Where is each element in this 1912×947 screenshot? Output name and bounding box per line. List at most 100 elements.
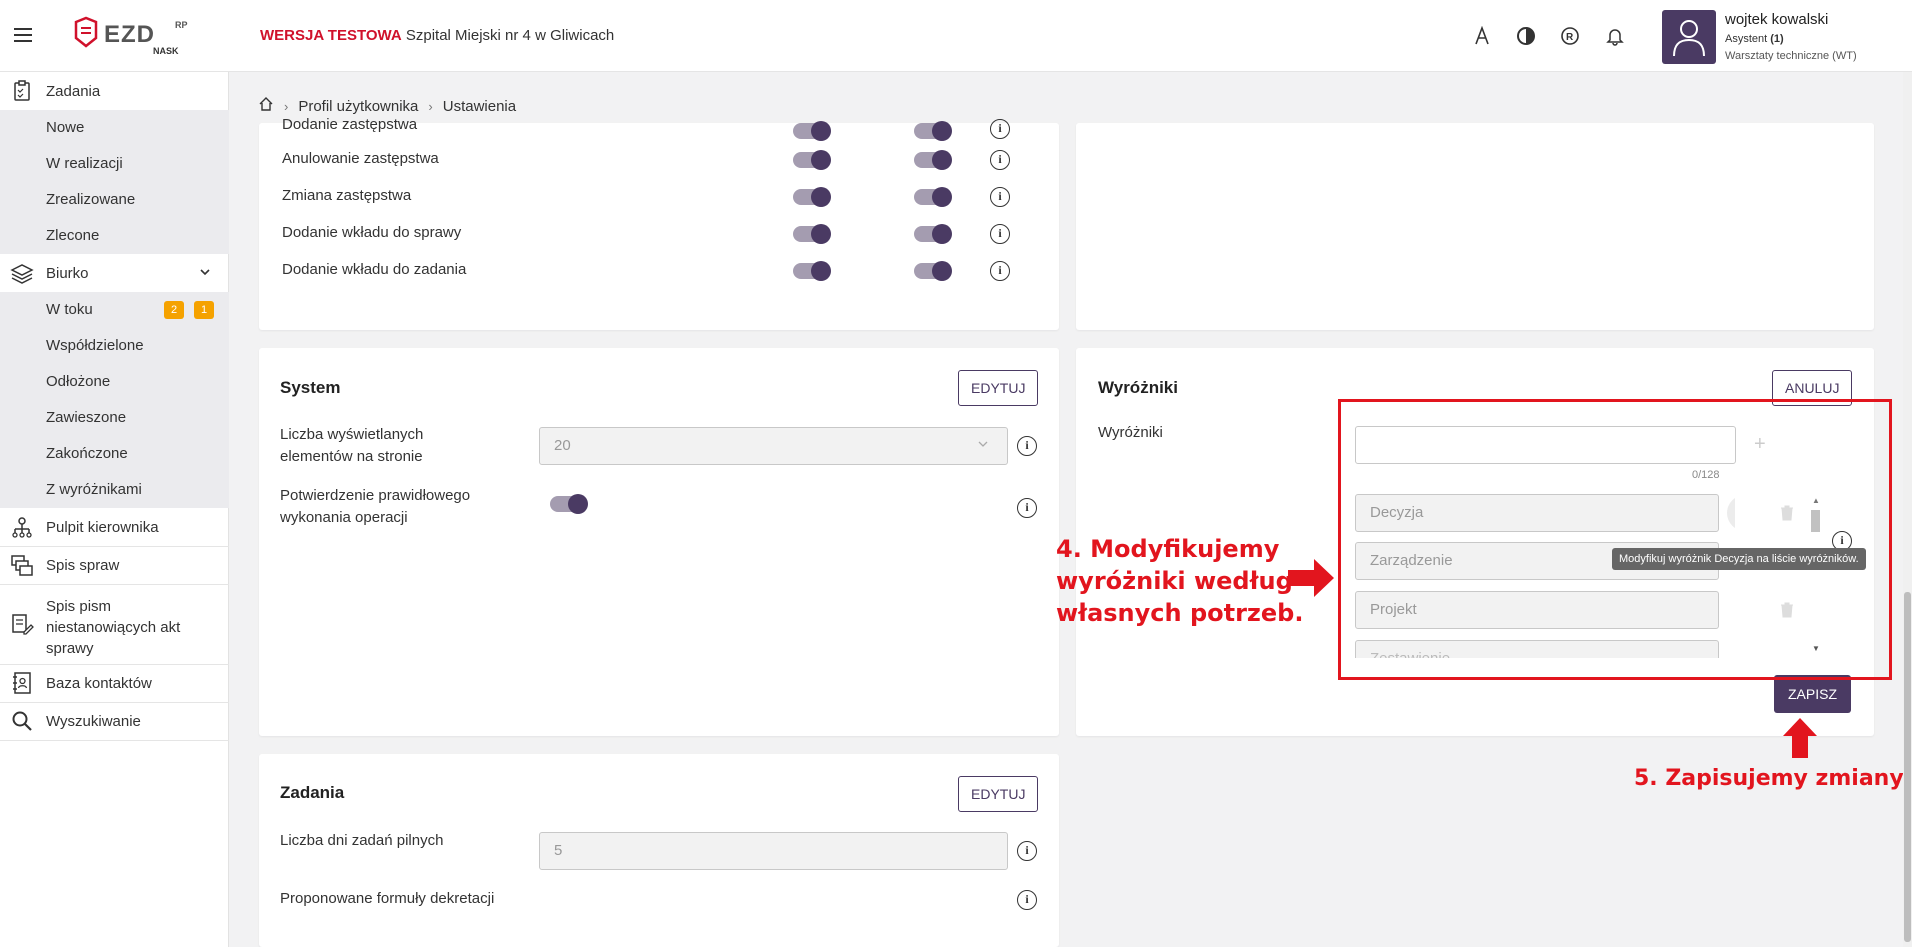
toggle[interactable] (914, 150, 952, 170)
sidebar-item-zlecone[interactable]: Zlecone (0, 218, 229, 254)
sidebar-item-w-toku[interactable]: W toku 2 1 (0, 292, 229, 328)
sidebar-item-zawieszone[interactable]: Zawieszone (0, 400, 229, 436)
layers-icon (10, 261, 34, 285)
sidebar-item-spis-pism[interactable]: Spis pism niestanowiących akt sprawy (0, 586, 229, 664)
documents-edit-icon (10, 612, 34, 636)
zadania-edit-button[interactable]: EDYTUJ (958, 776, 1039, 812)
chevron-right-icon: › (284, 98, 289, 114)
registered-icon[interactable]: R (1558, 24, 1582, 48)
home-icon[interactable] (258, 96, 274, 116)
sidebar-item-odlozone[interactable]: Odłożone (0, 364, 229, 400)
chevron-right-icon: › (428, 98, 433, 114)
annotation-step-4: 4. Modyfikujemy wyróżniki według własnyc… (1056, 533, 1303, 629)
info-icon[interactable]: i (1017, 890, 1037, 910)
avatar[interactable] (1662, 10, 1716, 64)
info-icon[interactable]: i (990, 150, 1010, 170)
system-title: System (280, 378, 341, 397)
toggle[interactable] (914, 121, 952, 141)
test-version-label: WERSJA TESTOWA (260, 27, 402, 44)
breadcrumb: › Profil użytkownika › Ustawienia (258, 96, 516, 116)
info-icon[interactable]: i (990, 261, 1010, 281)
breadcrumb-profile[interactable]: Profil użytkownika (298, 98, 418, 115)
confirm-label: Potwierdzenie prawidłowego wykonania ope… (280, 487, 471, 526)
sidebar-item-baza-kontaktow[interactable]: Baza kontaktów (0, 664, 229, 702)
sidebar-item-z-wyroznikami[interactable]: Z wyróżnikami (0, 472, 229, 508)
bell-icon[interactable] (1603, 24, 1627, 48)
w-toku-badge-1: 2 (164, 301, 184, 319)
top-bar: EZD RP NASK WERSJA TESTOWA Szpital Miejs… (0, 0, 1912, 72)
org-chart-icon (10, 515, 34, 539)
toggle[interactable] (793, 224, 831, 244)
clipboard-icon (10, 79, 34, 103)
formulas-label: Proponowane formuły dekretacji (280, 890, 495, 907)
font-size-icon[interactable] (1470, 24, 1494, 48)
contacts-book-icon (10, 671, 34, 695)
tooltip: Modyfikuj wyróżnik Decyzja na liście wyr… (1612, 548, 1866, 570)
system-card: System EDYTUJ Liczba wyświetlanych eleme… (259, 348, 1059, 736)
search-icon (10, 709, 34, 733)
zadania-title: Zadania (280, 783, 345, 802)
svg-text:NASK: NASK (153, 46, 179, 56)
info-icon[interactable]: i (1017, 841, 1037, 861)
per-page-value: 20 (554, 437, 571, 454)
sidebar-label-spis-pism: Spis pism niestanowiących akt sprawy (46, 598, 181, 657)
annotation-line: 4. Modyfikujemy (1056, 535, 1280, 563)
sidebar-label-biurko: Biurko (46, 264, 89, 282)
sidebar-item-biurko[interactable]: Biurko (0, 254, 229, 292)
wyrozniki-title: Wyróżniki (1098, 378, 1178, 397)
toggle[interactable] (914, 261, 952, 281)
notification-row-label: Dodanie wkładu do sprawy (282, 224, 462, 241)
zadania-card: Zadania EDYTUJ Liczba dni zadań pilnych … (259, 754, 1059, 947)
sidebar-item-pulpit[interactable]: Pulpit kierownika (0, 508, 229, 546)
confirm-toggle[interactable] (550, 494, 588, 514)
annotation-line: wyróżniki według (1056, 567, 1293, 595)
page-scrollbar[interactable] (1903, 72, 1912, 947)
info-icon[interactable]: i (990, 187, 1010, 207)
toggle[interactable] (793, 150, 831, 170)
urgent-days-input[interactable]: 5 (539, 832, 1008, 870)
user-name: wojtek kowalski (1725, 11, 1829, 28)
sidebar-item-nowe[interactable]: Nowe (0, 110, 229, 146)
biurko-submenu: W toku 2 1 Współdzielone Odłożone Zawies… (0, 292, 229, 508)
chevron-down-icon[interactable] (198, 265, 212, 283)
toggle[interactable] (914, 187, 952, 207)
sidebar-label-spis-spraw: Spis spraw (46, 556, 120, 574)
sidebar-item-zadania[interactable]: Zadania (0, 72, 229, 110)
svg-text:EZD: EZD (104, 21, 155, 48)
info-icon[interactable]: i (990, 224, 1010, 244)
save-button[interactable]: ZAPISZ (1774, 675, 1852, 713)
toggle[interactable] (793, 187, 831, 207)
divider (0, 740, 229, 741)
sidebar-item-wspoldzielone[interactable]: Współdzielone (0, 328, 229, 364)
chevron-down-icon (977, 428, 989, 464)
user-role: Asystent (1) (1725, 33, 1784, 45)
divider (0, 584, 229, 585)
sidebar-label-zadania: Zadania (46, 82, 101, 100)
sidebar-item-zakonczone[interactable]: Zakończone (0, 436, 229, 472)
info-icon[interactable]: i (1017, 436, 1037, 456)
sidebar-item-zrealizowane[interactable]: Zrealizowane (0, 182, 229, 218)
annotation-highlight-box (1338, 399, 1892, 680)
organization-name: Szpital Miejski nr 4 w Gliwicach (405, 27, 615, 44)
system-edit-button[interactable]: EDYTUJ (958, 370, 1039, 406)
menu-icon[interactable] (14, 28, 32, 42)
sidebar-item-wyszukiwanie[interactable]: Wyszukiwanie (0, 702, 229, 740)
info-icon[interactable]: i (990, 119, 1010, 139)
arrow-right-icon (1288, 559, 1334, 602)
toggle[interactable] (793, 261, 831, 281)
contrast-icon[interactable] (1514, 24, 1538, 48)
notifications-card: Dodanie zastępstwa i Anulowanie zastępst… (259, 116, 1059, 330)
sidebar-label-wyszukiwanie: Wyszukiwanie (46, 712, 141, 730)
toggle[interactable] (793, 121, 831, 141)
sidebar-label-pulpit: Pulpit kierownika (46, 518, 159, 536)
user-profile[interactable]: wojtek kowalski Asystent (1) Warsztaty t… (1662, 8, 1912, 66)
info-icon[interactable]: i (1017, 498, 1037, 518)
environment-label: WERSJA TESTOWA Szpital Miejski nr 4 w Gl… (260, 27, 614, 44)
sidebar-item-w-realizacji[interactable]: W realizacji (0, 146, 229, 182)
sidebar-item-spis-spraw[interactable]: Spis spraw (0, 546, 229, 584)
svg-text:R: R (1566, 32, 1574, 43)
notification-row-label: Anulowanie zastępstwa (282, 150, 439, 167)
ezd-logo[interactable]: EZD RP NASK (72, 16, 202, 58)
toggle[interactable] (914, 224, 952, 244)
per-page-select[interactable]: 20 (539, 427, 1008, 465)
